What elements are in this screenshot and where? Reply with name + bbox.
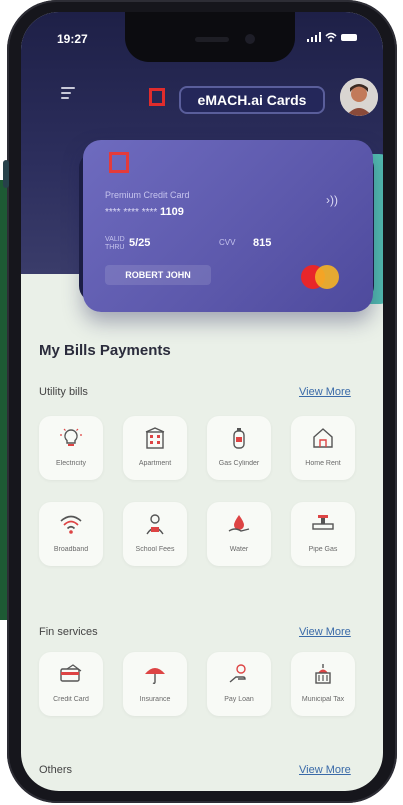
tile-pay-loan[interactable]: Pay Loan xyxy=(207,652,271,716)
tile-home-rent[interactable]: Home Rent xyxy=(291,416,355,480)
tile-label: Apartment xyxy=(138,460,172,467)
tile-apartment[interactable]: Apartment xyxy=(123,416,187,480)
phone-side-button xyxy=(3,160,9,188)
tile-label: Water xyxy=(229,546,249,553)
others-view-more-link[interactable]: View More xyxy=(299,764,351,776)
battery-icon xyxy=(341,33,357,41)
menu-icon[interactable] xyxy=(61,87,75,101)
fin-view-more-link[interactable]: View More xyxy=(299,626,351,638)
tile-label: School Fees xyxy=(135,546,175,553)
umbrella-icon xyxy=(145,668,165,685)
card-number-mask: **** **** **** xyxy=(105,207,158,218)
card-number-last4: 1109 xyxy=(160,206,184,218)
tile-label: Home Rent xyxy=(305,460,341,467)
card-expiry: 5/25 xyxy=(129,237,151,249)
others-label: Others xyxy=(39,764,73,776)
signal-icon xyxy=(307,32,321,42)
tile-label: Gas Cylinder xyxy=(218,460,260,467)
tile-label: Electricity xyxy=(56,460,86,467)
tile-label: Insurance xyxy=(139,696,171,703)
home-rent-icon xyxy=(313,428,333,448)
tile-municipal-tax[interactable]: Municipal Tax xyxy=(291,652,355,716)
wifi-icon xyxy=(60,515,82,534)
utility-bills-label: Utility bills xyxy=(39,386,88,398)
app-title: eMACH.ai Cards xyxy=(179,86,325,114)
tile-insurance[interactable]: Insurance xyxy=(123,652,187,716)
phone-frame: 19:27 eMACH.ai Cards ›)) Premium Credit … xyxy=(3,0,397,803)
tile-label: Municipal Tax xyxy=(301,696,345,703)
credit-card-icon xyxy=(60,664,82,682)
phone-notch xyxy=(125,12,295,62)
avatar-image xyxy=(340,78,378,116)
tile-label: Credit Card xyxy=(53,696,89,703)
notch-speaker xyxy=(195,37,229,42)
tile-label: Pipe Gas xyxy=(308,546,338,553)
avatar[interactable] xyxy=(340,78,378,116)
tile-gas-cylinder[interactable]: Gas Cylinder xyxy=(207,416,271,480)
wifi-status-icon xyxy=(325,32,337,42)
status-icons xyxy=(307,32,357,42)
tile-label: Broadband xyxy=(53,546,89,553)
tile-electricity[interactable]: Electricity xyxy=(39,416,103,480)
fin-services-label: Fin services xyxy=(39,626,98,638)
notch-camera xyxy=(245,34,255,44)
apartment-icon xyxy=(145,427,165,449)
pay-loan-icon xyxy=(229,664,246,683)
card-brand-logo-icon xyxy=(109,152,129,173)
school-fees-icon xyxy=(146,514,164,535)
credit-card[interactable]: ›)) Premium Credit Card **** **** **** 1… xyxy=(83,140,373,312)
app-screen: 19:27 eMACH.ai Cards ›)) Premium Credit … xyxy=(21,12,383,791)
tile-water[interactable]: Water xyxy=(207,502,271,566)
pipe-gas-icon xyxy=(312,515,334,530)
card-cvv-label: CVV xyxy=(219,238,236,247)
tile-pipe-gas[interactable]: Pipe Gas xyxy=(291,502,355,566)
municipal-building-icon xyxy=(315,664,331,684)
section-title: My Bills Payments xyxy=(39,342,171,359)
contactless-icon: ›)) xyxy=(326,193,338,207)
mastercard-logo-icon xyxy=(301,265,347,291)
water-icon xyxy=(228,515,250,532)
card-type: Premium Credit Card xyxy=(105,190,190,200)
tile-school-fees[interactable]: School Fees xyxy=(123,502,187,566)
status-time: 19:27 xyxy=(57,32,88,46)
card-cvv: 815 xyxy=(253,237,272,249)
tile-label: Pay Loan xyxy=(224,696,254,703)
gas-cylinder-icon xyxy=(233,428,245,449)
tile-credit-card[interactable]: Credit Card xyxy=(39,652,103,716)
utility-view-more-link[interactable]: View More xyxy=(299,386,351,398)
card-holder-name: ROBERT JOHN xyxy=(105,265,211,285)
card-number: **** **** **** 1109 xyxy=(105,206,184,218)
card-valid-label: VALID THRU xyxy=(105,236,125,251)
tile-broadband[interactable]: Broadband xyxy=(39,502,103,566)
brand-logo-icon xyxy=(149,88,165,106)
lightbulb-icon xyxy=(60,428,82,446)
